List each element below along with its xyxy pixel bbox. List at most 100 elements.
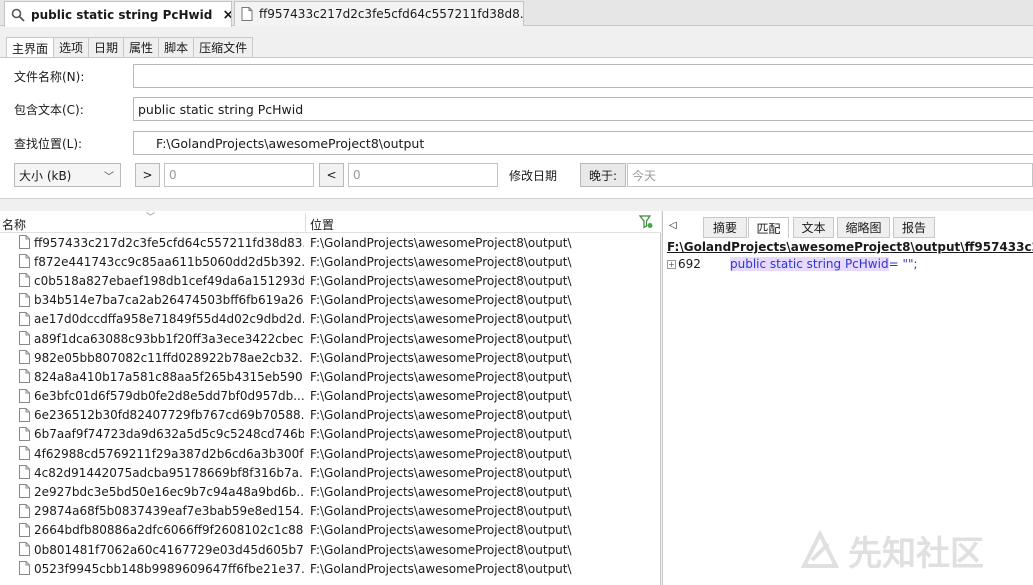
document-icon (19, 484, 30, 499)
table-row[interactable]: ae17d0dccdffa958e71849f55d4d02c9dbd2d...… (0, 310, 661, 329)
options-tab-strip: 主界面 选项 日期 属性 脚本 压缩文件 (6, 37, 254, 59)
watermark: 先知社区 (800, 520, 1033, 580)
doc-tab-label: ff957433c217d2c3fe5cfd64c557211fd38d8... (259, 7, 524, 21)
column-header-name[interactable]: 名称 (2, 216, 26, 233)
filename-input[interactable] (133, 64, 1033, 88)
greater-than-button[interactable]: > (135, 163, 160, 187)
document-icon (19, 330, 30, 345)
document-icon (19, 369, 30, 384)
file-location: F:\GolandProjects\awesomeProject8\output… (310, 408, 572, 423)
table-row[interactable]: 0523f9945cbb148b9989609647ff6fbe21e37...… (0, 559, 661, 578)
document-icon (19, 522, 30, 537)
document-icon (19, 465, 30, 480)
results-header: 名称 ﹀ 位置 (0, 211, 661, 233)
table-row[interactable]: a89f1dca63088c93bb1f20ff3a3ece3422cbec..… (0, 329, 661, 348)
close-icon[interactable]: × (222, 7, 231, 23)
file-location: F:\GolandProjects\awesomeProject8\output… (310, 312, 572, 327)
file-location: F:\GolandProjects\awesomeProject8\output… (310, 235, 572, 250)
table-row[interactable]: 982e05bb807082c11ffd028922b78ae2cb32... F… (0, 348, 661, 367)
file-location: F:\GolandProjects\awesomeProject8\output… (310, 369, 572, 384)
file-location: F:\GolandProjects\awesomeProject8\output… (310, 504, 572, 519)
file-location: F:\GolandProjects\awesomeProject8\output… (310, 389, 572, 404)
preview-tab-strip: ◁ 摘要 匹配 文本 缩略图 报告 (663, 214, 1033, 238)
column-divider[interactable] (305, 213, 306, 231)
tab-text[interactable]: 文本 (793, 217, 834, 238)
file-name: 6e3bfc01d6f579db0fe2d8e5dd7bf0d957db... (34, 389, 304, 404)
table-row[interactable]: 4f62988cd5769211f29a387d2b6cd6a3b300f...… (0, 444, 661, 463)
doc-tab-search[interactable]: public static string PcHwid × (4, 1, 232, 27)
file-name: f872e441743cc9c85aa611b5060dd2d5b392... (34, 254, 304, 269)
match-code-rest: = ""; (888, 257, 918, 271)
table-row[interactable]: 4c82d91442075adcba95178669bf8f316b7a... F… (0, 463, 661, 482)
location-label: 查找位置(L): (14, 137, 83, 151)
file-location: F:\GolandProjects\awesomeProject8\output… (310, 465, 572, 480)
contains-text-input[interactable]: public static string PcHwid (133, 97, 1033, 121)
tab-main[interactable]: 主界面 (6, 37, 55, 59)
table-row[interactable]: f872e441743cc9c85aa611b5060dd2d5b392... F… (0, 252, 661, 271)
file-name: c0b518a827ebaef198db1cef49da6a151293d... (34, 273, 304, 288)
file-name: a89f1dca63088c93bb1f20ff3a3ece3422cbec..… (34, 331, 304, 346)
file-name: 6e236512b30fd82407729fb767cd69b70588... (34, 408, 304, 423)
table-row[interactable]: 2e927bdc3e5bd50e16ec9b7c94a48a9bd6b... F:… (0, 482, 661, 501)
preview-file-path[interactable]: F:\GolandProjects\awesomeProject8\output… (667, 240, 1033, 254)
tab-archive[interactable]: 压缩文件 (194, 37, 254, 58)
file-name: 0b801481f7062a60c4167729e03d45d605b7... (34, 542, 304, 557)
location-input[interactable]: F:\GolandProjects\awesomeProject8\output (133, 131, 1033, 155)
file-location: F:\GolandProjects\awesomeProject8\output… (310, 427, 572, 442)
table-row[interactable]: 6e3bfc01d6f579db0fe2d8e5dd7bf0d957db... F… (0, 387, 661, 406)
scroll-left-icon[interactable]: ◁ (669, 220, 677, 231)
tab-thumbnails[interactable]: 缩略图 (837, 217, 890, 238)
document-icon (19, 235, 30, 249)
table-row[interactable]: 0b801481f7062a60c4167729e03d45d605b7... F… (0, 540, 661, 559)
document-icon (19, 542, 30, 556)
expand-icon[interactable]: + (667, 259, 676, 269)
results-rows: ff957433c217d2c3fe5cfd64c557211fd38d83..… (0, 233, 661, 578)
tab-matches[interactable]: 匹配 (748, 217, 789, 238)
match-highlight: public static string PcHwid (730, 257, 889, 271)
doc-tab-file[interactable]: ff957433c217d2c3fe5cfd64c557211fd38d8... (234, 1, 524, 26)
file-location: F:\GolandProjects\awesomeProject8\output… (310, 485, 572, 500)
results-list: 名称 ﹀ 位置 ff957433c217d2c3fe5cfd64c557211f… (0, 211, 661, 585)
watermark-text: 先知社区 (848, 533, 984, 574)
document-tab-bar: public static string PcHwid × ff957433c2… (0, 0, 1033, 27)
table-row[interactable]: ff957433c217d2c3fe5cfd64c557211fd38d83..… (0, 233, 661, 252)
chevron-down-icon: ﹀ (104, 172, 114, 183)
table-row[interactable]: 6e236512b30fd82407729fb767cd69b70588... F… (0, 406, 661, 425)
date-input[interactable]: 今天 (627, 163, 1033, 187)
tab-summary[interactable]: 摘要 (703, 217, 747, 238)
table-row[interactable]: 6b7aaf9f74723da9d632a5d5c9c5248cd746b...… (0, 425, 661, 444)
document-icon (19, 407, 30, 422)
document-icon (19, 311, 30, 326)
table-row[interactable]: 29874a68f5b0837439eaf7e3bab59e8ed154... F… (0, 502, 661, 521)
table-row[interactable]: b34b514e7ba7ca2ab26474503bff6fb619a26...… (0, 291, 661, 310)
less-than-button[interactable]: < (319, 163, 344, 187)
filter-icon[interactable] (638, 215, 653, 232)
tab-date[interactable]: 日期 (89, 37, 125, 58)
table-row[interactable]: 2664bdfb80886a2dfc6066ff9f2608102c1c88..… (0, 521, 661, 540)
later-than-button[interactable]: 晚于: (580, 163, 626, 187)
file-name: 4c82d91442075adcba95178669bf8f316b7a... (34, 465, 304, 480)
size-min-input[interactable]: 0 (164, 163, 314, 187)
match-line[interactable]: + 692 public static string PcHwid = ""; (667, 257, 918, 271)
document-icon (19, 446, 30, 461)
size-max-input[interactable]: 0 (348, 163, 498, 187)
table-row[interactable]: 824a8a410b17a581c88aa5f265b4315eb590... F… (0, 367, 661, 386)
file-name: 0523f9945cbb148b9989609647ff6fbe21e37... (34, 561, 304, 576)
tab-script[interactable]: 脚本 (159, 37, 195, 58)
tab-options[interactable]: 选项 (54, 37, 90, 58)
table-row[interactable]: c0b518a827ebaef198db1cef49da6a151293d...… (0, 271, 661, 290)
size-unit-select[interactable]: 大小 (kB) ﹀ (14, 163, 121, 187)
file-name: 29874a68f5b0837439eaf7e3bab59e8ed154... (34, 504, 304, 519)
file-location: F:\GolandProjects\awesomeProject8\output… (310, 350, 572, 365)
document-icon (19, 503, 30, 518)
size-date-filter-row: 大小 (kB) ﹀ > 0 < 0 修改日期 晚于: 今天 (0, 163, 1033, 187)
tab-attributes[interactable]: 属性 (124, 37, 160, 58)
column-header-location[interactable]: 位置 (310, 216, 334, 233)
file-location: F:\GolandProjects\awesomeProject8\output… (310, 446, 572, 461)
document-icon (19, 254, 30, 269)
contains-text-label: 包含文本(C): (14, 103, 84, 117)
watermark-logo-icon (800, 529, 840, 570)
size-unit-value: 大小 (kB) (19, 168, 72, 183)
document-icon (19, 292, 30, 307)
tab-report[interactable]: 报告 (893, 217, 935, 238)
